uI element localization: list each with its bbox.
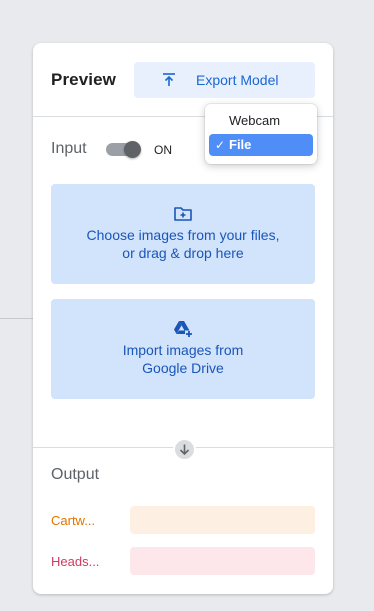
output-class-row: Heads...: [51, 547, 315, 575]
arrow-down-icon: [173, 438, 196, 461]
export-model-button[interactable]: Export Model: [134, 62, 315, 98]
input-label: Input: [51, 140, 87, 157]
toggle-thumb: [124, 141, 141, 158]
choose-files-text: Choose images from your files, or drag &…: [59, 226, 307, 262]
source-option-file-label: File: [229, 137, 252, 152]
google-drive-import[interactable]: Import images from Google Drive: [51, 299, 315, 399]
output-class-name: Heads...: [51, 554, 100, 569]
output-class-row: Cartw...: [51, 506, 315, 534]
confidence-bar: [130, 547, 315, 575]
connector-line: [0, 318, 34, 319]
arrow-down-glyph: [179, 444, 190, 456]
output-class-name: Cartw...: [51, 513, 96, 528]
folder-plus-icon: [174, 207, 192, 221]
output-title: Output: [51, 466, 100, 483]
checkmark-icon: ✓: [215, 138, 226, 152]
source-option-webcam[interactable]: Webcam: [209, 110, 313, 132]
export-model-label: Export Model: [196, 72, 279, 88]
confidence-bar: [130, 506, 315, 534]
google-drive-line-1: Import images from: [122, 342, 244, 358]
google-drive-text: Import images from Google Drive: [59, 341, 307, 377]
input-toggle[interactable]: [106, 141, 142, 158]
panel-title: Preview: [51, 70, 116, 89]
choose-files-line-2: or drag & drop here: [122, 245, 244, 261]
upload-arrow-icon: [163, 73, 175, 86]
choose-files-dropzone[interactable]: Choose images from your files, or drag &…: [51, 184, 315, 284]
toggle-state-label: ON: [154, 143, 172, 157]
preview-panel: Preview Export Model Input ON Webcam ✓ F…: [33, 43, 333, 594]
source-option-file[interactable]: ✓ File: [209, 134, 313, 156]
choose-files-line-1: Choose images from your files,: [86, 227, 280, 243]
source-option-webcam-label: Webcam: [229, 113, 281, 128]
input-source-menu: Webcam ✓ File: [205, 104, 317, 164]
google-drive-line-2: Google Drive: [142, 360, 224, 376]
google-drive-add-icon: [174, 321, 192, 337]
